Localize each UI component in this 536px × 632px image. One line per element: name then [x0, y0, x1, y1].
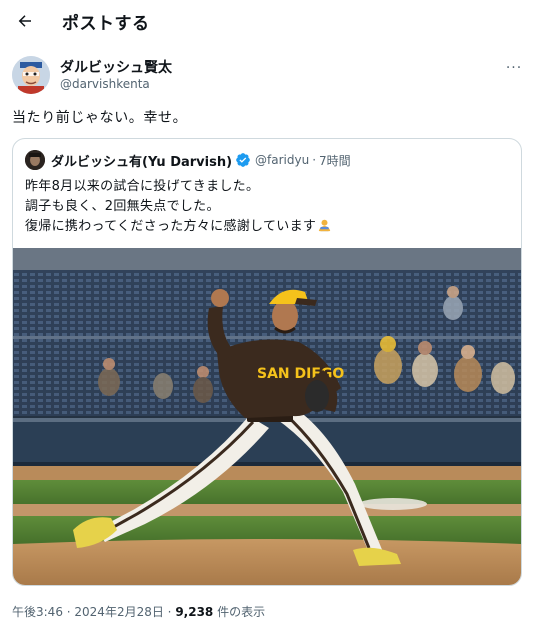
meta-separator: · [312, 153, 317, 167]
quoted-post-photo[interactable]: SAN DIEGO [13, 248, 521, 585]
view-count: 9,238 [175, 605, 214, 619]
author-avatar[interactable] [12, 56, 50, 94]
quoted-text-line: 調子も良く、2回無失点でした。 [25, 199, 220, 214]
avatar-image [12, 56, 50, 94]
quoted-text-line-content: 復帰に携わってくださった方々に感謝しています [25, 219, 317, 234]
more-dots-icon: ··· [505, 60, 523, 76]
bowing-person-emoji [319, 219, 331, 232]
post-meta: 午後3:46 · 2024年2月28日 · 9,238 件の表示 [12, 603, 265, 620]
meta-separator: · [62, 605, 75, 619]
view-count-suffix: 件の表示 [213, 605, 266, 619]
pitcher-photo: SAN DIEGO [13, 248, 521, 585]
quoted-author-avatar[interactable] [25, 150, 45, 170]
author-handle[interactable]: @darvishkenta [60, 77, 150, 91]
verified-badge-icon [236, 153, 250, 167]
post-date[interactable]: 2024年2月28日 [74, 605, 163, 619]
quoted-post-time[interactable]: 7時間 [319, 152, 351, 169]
quoted-post-text: 昨年8月以来の試合に投げてきました。 調子も良く、2回無失点でした。 復帰に携わ… [25, 177, 332, 237]
post-time[interactable]: 午後3:46 [12, 605, 63, 619]
meta-separator: · [163, 605, 176, 619]
post-author-row: ダルビッシュ賢太 @darvishkenta ··· [12, 54, 526, 98]
quoted-author-handle[interactable]: @faridyu [255, 153, 309, 167]
back-button[interactable] [10, 6, 40, 36]
page-title: ポストする [62, 14, 150, 34]
quoted-author-name[interactable]: ダルビッシュ有(Yu Darvish) [51, 151, 232, 170]
arrow-left-icon [18, 15, 31, 27]
top-bar: ポストする [0, 0, 536, 44]
quoted-text-line: 復帰に携わってくださった方々に感謝しています [25, 217, 332, 237]
post-text: 当たり前じゃない。幸せ。 [12, 110, 188, 126]
more-options-button[interactable]: ··· [502, 56, 526, 80]
author-name[interactable]: ダルビッシュ賢太 [60, 57, 172, 77]
quoted-post-card[interactable]: ダルビッシュ有(Yu Darvish) @faridyu · 7時間 昨年8月以… [12, 138, 522, 586]
quoted-post-header: ダルビッシュ有(Yu Darvish) @faridyu · 7時間 [25, 150, 351, 170]
quoted-avatar-image [25, 150, 45, 170]
quoted-text-line: 昨年8月以来の試合に投げてきました。 [25, 179, 260, 194]
